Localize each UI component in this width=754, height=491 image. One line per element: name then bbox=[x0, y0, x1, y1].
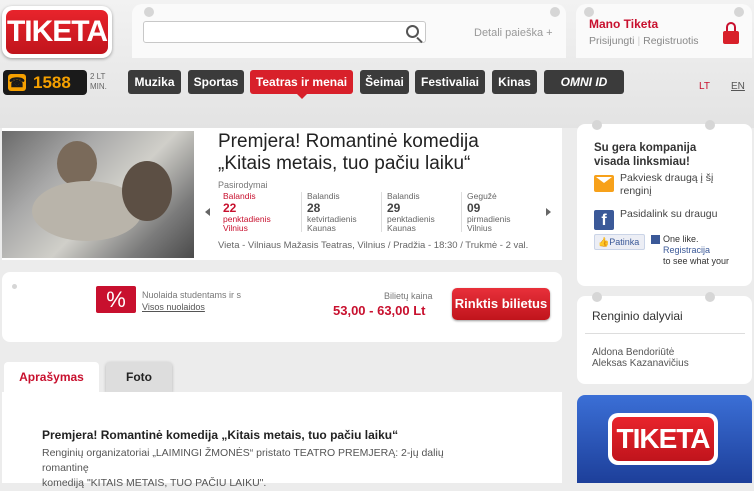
my-tiketa-title[interactable]: Mano Tiketa bbox=[589, 17, 658, 31]
description-text: Renginių organizatoriai „LAIMINGI ŽMONĖS… bbox=[42, 446, 492, 491]
share-title-line1: Su gera kompanija bbox=[594, 142, 697, 154]
shows-label: Pasirodymai bbox=[218, 180, 268, 190]
decor-dot bbox=[705, 120, 715, 130]
date-city: Vilnius bbox=[467, 223, 492, 233]
nav-theatre[interactable]: Teatras ir menai bbox=[250, 70, 353, 99]
ticket-price: 53,00 - 63,00 Lt bbox=[333, 303, 426, 318]
show-date[interactable]: Balandis 28 ketvirtadienis Kaunas bbox=[301, 191, 381, 233]
show-date[interactable]: Balandis 29 penktadienis Kaunas bbox=[381, 191, 461, 233]
facebook-share-link[interactable]: Pasidalink su draugu bbox=[620, 208, 717, 221]
description-title: Premjera! Romantinė komedija „Kitais met… bbox=[42, 428, 399, 442]
register-link[interactable]: Registruotis bbox=[643, 35, 698, 47]
event-title: Premjera! Romantinė komedija „Kitais met… bbox=[218, 131, 548, 175]
like-line1: One like. bbox=[663, 234, 699, 244]
divider bbox=[585, 333, 745, 334]
date-day: 22 bbox=[223, 200, 237, 215]
participant-item[interactable]: Aldona Bendoriūtė bbox=[592, 347, 689, 358]
nav-sports[interactable]: Sportas bbox=[188, 70, 244, 94]
invite-friend-link[interactable]: Pakviesk draugą į šį renginį bbox=[620, 172, 713, 198]
like-line3: to see what your bbox=[663, 256, 730, 266]
logo-text: TIKETA bbox=[6, 10, 108, 54]
tab-description[interactable]: Aprašymas bbox=[4, 362, 99, 392]
decor-dot bbox=[734, 7, 744, 17]
description-line1: Renginių organizatoriai „LAIMINGI ŽMONĖS… bbox=[42, 447, 444, 474]
promo-logo[interactable]: TIKETA bbox=[608, 413, 718, 465]
show-date[interactable]: Balandis 22 penktadienis Vilnius bbox=[218, 191, 298, 233]
like-register-link[interactable]: Registracija bbox=[663, 245, 729, 256]
decor-dot bbox=[12, 284, 17, 289]
nav-omni-id[interactable]: OMNI ID bbox=[544, 70, 624, 94]
phone-badge[interactable]: ☎ 1588 bbox=[3, 70, 87, 95]
event-photo[interactable] bbox=[2, 131, 194, 258]
date-day: 29 bbox=[387, 200, 401, 215]
participants-title: Renginio dalyviai bbox=[592, 309, 683, 323]
decor-dot bbox=[584, 7, 594, 17]
event-title-line1: Premjera! Romantinė komedija bbox=[218, 131, 479, 152]
share-title-line2: visada linksmiau! bbox=[594, 156, 690, 168]
date-day: 28 bbox=[307, 200, 321, 215]
phone-number: 1588 bbox=[33, 73, 71, 92]
lang-lt[interactable]: LT bbox=[699, 81, 710, 92]
discount-text: Nuolaida studentams ir s bbox=[142, 290, 242, 300]
nav-cinema[interactable]: Kinas bbox=[492, 70, 537, 94]
decor-dot bbox=[592, 292, 602, 302]
phone-icon: ☎ bbox=[8, 74, 26, 91]
show-dates: Balandis 22 penktadienis Vilnius Balandi… bbox=[218, 191, 538, 233]
decor-dot bbox=[550, 7, 560, 17]
show-date[interactable]: Gegužė 09 pirmadienis Vilnius bbox=[461, 191, 538, 233]
tiketa-logo[interactable]: TIKETA bbox=[2, 6, 112, 58]
share-title: Su gera kompanija visada linksmiau! bbox=[594, 141, 696, 169]
auth-links: Prisijungti | Registruotis bbox=[589, 35, 699, 47]
search-icon[interactable] bbox=[406, 25, 419, 38]
decor-dot bbox=[144, 7, 154, 17]
nav-family[interactable]: Šeimai bbox=[360, 70, 409, 94]
phone-price: 2 LT MIN. bbox=[90, 72, 107, 92]
mail-icon[interactable] bbox=[594, 175, 614, 192]
decor-dot bbox=[592, 120, 602, 130]
facebook-icon[interactable]: f bbox=[594, 210, 614, 230]
phone-price-bottom: MIN. bbox=[90, 82, 107, 91]
next-arrow-icon[interactable] bbox=[546, 208, 551, 216]
like-info: One like. Registracija to see what your bbox=[663, 234, 729, 267]
date-day: 09 bbox=[467, 200, 481, 215]
price-label: Bilietų kaina bbox=[384, 291, 433, 301]
photo-figure bbox=[57, 141, 97, 186]
participants-list: Aldona Bendoriūtė Aleksas Kazanavičius bbox=[592, 347, 689, 369]
date-city: Kaunas bbox=[307, 223, 336, 233]
thumb-up-icon: 👍 bbox=[598, 237, 610, 247]
choose-tickets-button[interactable]: Rinktis bilietus bbox=[452, 288, 550, 320]
phone-price-top: 2 LT bbox=[90, 72, 106, 81]
like-button[interactable]: 👍Patinka bbox=[594, 234, 645, 250]
login-link[interactable]: Prisijungti bbox=[589, 35, 635, 47]
prev-arrow-icon[interactable] bbox=[205, 208, 210, 216]
all-discounts-link[interactable]: Visos nuolaidos bbox=[142, 302, 205, 312]
lang-en[interactable]: EN bbox=[731, 81, 745, 92]
invite-line2: renginį bbox=[620, 185, 652, 197]
decor-dot bbox=[705, 292, 715, 302]
lock-body bbox=[723, 31, 739, 44]
tab-photo[interactable]: Foto bbox=[106, 362, 172, 392]
event-title-line2: „Kitais metais, tuo pačiu laiku“ bbox=[218, 153, 471, 174]
participant-item[interactable]: Aleksas Kazanavičius bbox=[592, 358, 689, 369]
nav-music[interactable]: Muzika bbox=[128, 70, 181, 94]
description-line2: komediją "KITAIS METAIS, TUO PAČIU LAIKU… bbox=[42, 477, 267, 489]
date-city: Vilnius bbox=[223, 223, 248, 233]
date-city: Kaunas bbox=[387, 223, 416, 233]
promo-logo-text: TIKETA bbox=[612, 417, 714, 461]
search-input[interactable] bbox=[143, 21, 426, 43]
photo-figure bbox=[122, 161, 172, 221]
facebook-small-icon bbox=[651, 235, 660, 244]
discount-percent-icon: % bbox=[96, 286, 136, 313]
invite-line1: Pakviesk draugą į šį bbox=[620, 172, 714, 184]
event-venue: Vieta - Vilniaus Mažasis Teatras, Vilniu… bbox=[218, 240, 529, 251]
detailed-search-link[interactable]: Detali paieška + bbox=[474, 27, 553, 39]
nav-festivals[interactable]: Festivaliai bbox=[415, 70, 485, 94]
lock-icon[interactable] bbox=[723, 22, 739, 44]
like-button-label: Patinka bbox=[609, 237, 640, 247]
